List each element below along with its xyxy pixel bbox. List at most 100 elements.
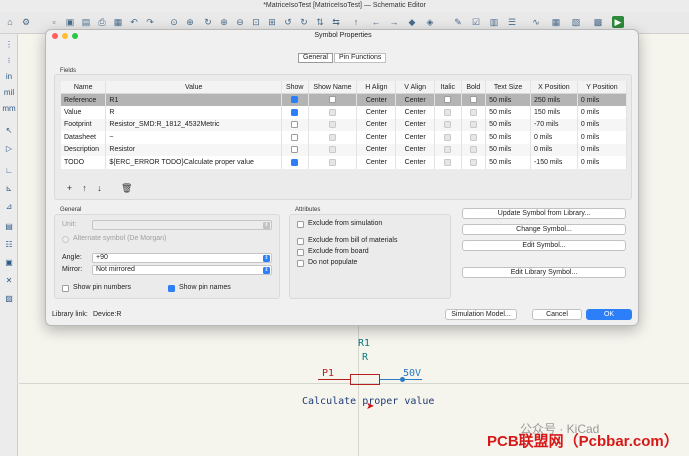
exclude-board-checkbox[interactable]: [297, 249, 304, 256]
cell-y-position[interactable]: 0 mils: [577, 143, 628, 156]
design-rules-icon[interactable]: ✕: [2, 274, 16, 287]
cell-name[interactable]: Reference: [61, 93, 107, 106]
refresh-icon[interactable]: ↻: [202, 16, 214, 28]
rotate-cw-icon[interactable]: ↻: [298, 16, 310, 28]
change-symbol-button[interactable]: Change Symbol...: [462, 224, 626, 235]
move-down-icon[interactable]: ↓: [94, 183, 105, 194]
show-checkbox[interactable]: [291, 96, 299, 104]
italic-checkbox[interactable]: [444, 133, 452, 141]
cell-value[interactable]: ~: [105, 131, 282, 144]
navigate-forward-icon[interactable]: →: [388, 16, 400, 28]
bold-checkbox[interactable]: [469, 158, 477, 166]
simulator-icon[interactable]: ∿: [530, 16, 542, 28]
grid-dots-icon[interactable]: ⁝: [2, 54, 16, 67]
cell-text-size[interactable]: 50 mils: [485, 118, 531, 131]
column-header[interactable]: Bold: [461, 81, 487, 94]
erc-icon[interactable]: ☑: [470, 16, 482, 28]
cell-h-align[interactable]: Center: [356, 106, 397, 119]
column-header[interactable]: X Position: [530, 81, 578, 94]
cell-y-position[interactable]: 0 mils: [577, 106, 628, 119]
table-row[interactable]: Datasheet ~ Center Center 50 mils 0 mils…: [61, 131, 628, 144]
wire-left[interactable]: [318, 379, 350, 380]
properties-panel-icon[interactable]: ▤: [2, 220, 16, 233]
cell-value[interactable]: R1: [105, 93, 282, 106]
show-checkbox[interactable]: [291, 133, 299, 141]
cell-name[interactable]: Datasheet: [61, 131, 107, 144]
show-name-checkbox[interactable]: [328, 146, 336, 154]
italic-checkbox[interactable]: [444, 158, 452, 166]
column-header[interactable]: Text Size: [485, 81, 531, 94]
italic-checkbox[interactable]: [444, 146, 452, 154]
net-label-p1[interactable]: P1: [322, 368, 334, 379]
cell-x-position[interactable]: 250 mils: [530, 93, 578, 106]
cell-x-position[interactable]: 0 mils: [530, 131, 578, 144]
move-up-icon[interactable]: ↑: [79, 183, 90, 194]
find-replace-icon[interactable]: ⊕: [184, 16, 196, 28]
zoom-fit-icon[interactable]: ⊡: [250, 16, 262, 28]
plugin-icon[interactable]: ▨: [2, 292, 16, 305]
bus-mode-icon[interactable]: ⊾: [2, 182, 16, 195]
cell-text-size[interactable]: 50 mils: [485, 156, 531, 169]
page-setup-icon[interactable]: ▤: [80, 16, 92, 28]
exclude-bom-checkbox[interactable]: [297, 238, 304, 245]
paste-icon[interactable]: ▦: [112, 16, 124, 28]
find-icon[interactable]: ⊙: [168, 16, 180, 28]
italic-checkbox[interactable]: [444, 108, 452, 116]
units-mil-icon[interactable]: mil: [2, 86, 16, 99]
cell-x-position[interactable]: 150 mils: [530, 106, 578, 119]
print-icon[interactable]: ⎙: [96, 16, 108, 28]
cell-text-size[interactable]: 50 mils: [485, 143, 531, 156]
show-pin-names-checkbox[interactable]: [168, 285, 175, 292]
tab-general[interactable]: General: [298, 53, 333, 63]
italic-checkbox[interactable]: [444, 121, 452, 129]
column-header[interactable]: Y Position: [577, 81, 628, 94]
exclude-simulation-checkbox[interactable]: [297, 221, 304, 228]
schematic-reference-label[interactable]: R1: [358, 338, 370, 349]
column-header[interactable]: Show Name: [308, 81, 358, 94]
pcb-editor-icon[interactable]: ▩: [592, 16, 604, 28]
cell-v-align[interactable]: Center: [395, 156, 436, 169]
italic-checkbox[interactable]: [444, 96, 452, 104]
settings-icon[interactable]: ⚙: [20, 16, 32, 28]
show-checkbox[interactable]: [291, 121, 299, 129]
cell-h-align[interactable]: Center: [356, 118, 397, 131]
column-header[interactable]: V Align: [395, 81, 436, 94]
mirror-v-icon[interactable]: ⇅: [314, 16, 326, 28]
show-checkbox[interactable]: [291, 158, 299, 166]
undo-icon[interactable]: ↶: [128, 16, 140, 28]
navigate-back-icon[interactable]: ←: [370, 16, 382, 28]
schematic-value-label[interactable]: R: [362, 352, 368, 363]
bom-icon[interactable]: ☰: [506, 16, 518, 28]
edit-library-symbol-button[interactable]: Edit Library Symbol...: [462, 267, 626, 278]
tab-pin-functions[interactable]: Pin Functions: [334, 53, 387, 63]
symbol-fields-table-icon[interactable]: ▦: [550, 16, 562, 28]
cell-y-position[interactable]: 0 mils: [577, 131, 628, 144]
edit-symbol-button[interactable]: Edit Symbol...: [462, 240, 626, 251]
cell-name[interactable]: Footprint: [61, 118, 107, 131]
annotate-icon[interactable]: ✎: [452, 16, 464, 28]
cell-v-align[interactable]: Center: [395, 118, 436, 131]
show-name-checkbox[interactable]: [328, 158, 336, 166]
add-field-icon[interactable]: +: [64, 183, 75, 194]
cell-v-align[interactable]: Center: [395, 131, 436, 144]
table-row[interactable]: Footprint Resistor_SMD:R_1812_4532Metric…: [61, 118, 628, 131]
zoom-objects-icon[interactable]: ⊞: [266, 16, 278, 28]
units-mm-icon[interactable]: mm: [2, 102, 16, 115]
column-header[interactable]: Name: [61, 81, 107, 94]
table-row[interactable]: Description Resistor Center Center 50 mi…: [61, 143, 628, 156]
cell-text-size[interactable]: 50 mils: [485, 106, 531, 119]
cell-name[interactable]: Value: [61, 106, 107, 119]
table-row[interactable]: Value R Center Center 50 mils 150 mils 0…: [61, 106, 628, 119]
mirror-h-icon[interactable]: ⇆: [330, 16, 342, 28]
show-pin-numbers-checkbox[interactable]: [62, 285, 69, 292]
table-row[interactable]: Reference R1 Center Center 50 mils 250 m…: [61, 93, 628, 106]
cell-value[interactable]: R: [105, 106, 282, 119]
show-name-checkbox[interactable]: [328, 108, 336, 116]
bold-checkbox[interactable]: [469, 96, 477, 104]
column-header[interactable]: Show: [281, 81, 309, 94]
cancel-button[interactable]: Cancel: [532, 309, 582, 320]
cell-text-size[interactable]: 50 mils: [485, 93, 531, 106]
show-name-checkbox[interactable]: [328, 121, 336, 129]
show-name-checkbox[interactable]: [328, 133, 336, 141]
show-name-checkbox[interactable]: [328, 96, 336, 104]
